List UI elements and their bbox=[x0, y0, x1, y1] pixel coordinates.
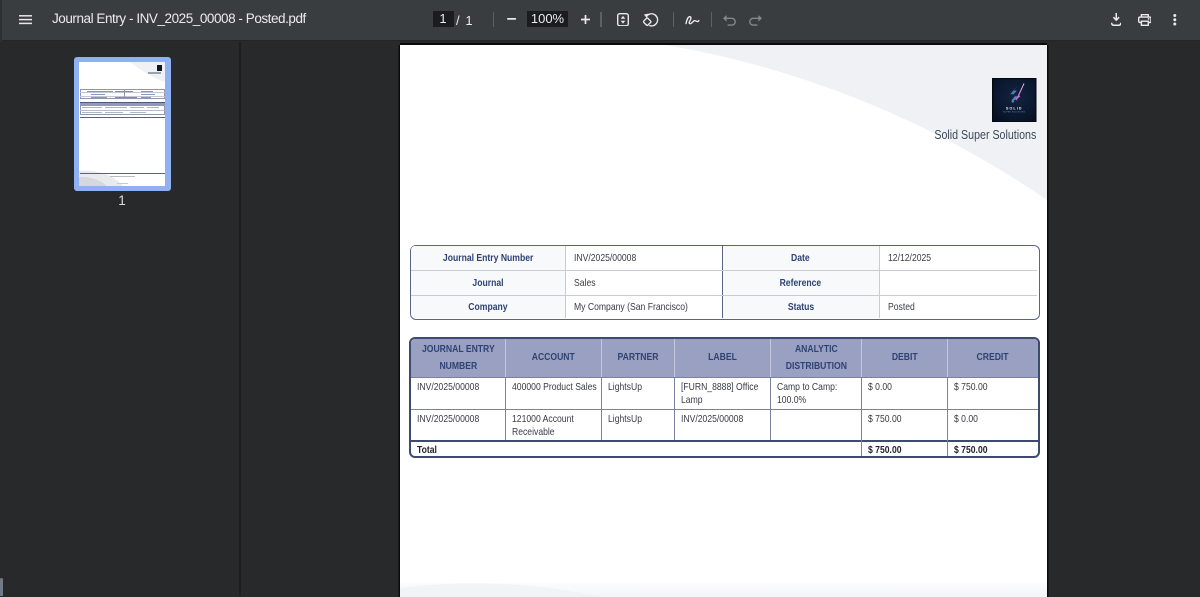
svg-text:SUPER SOLUTIONS: SUPER SOLUTIONS bbox=[1003, 112, 1026, 114]
svg-text:SOLID: SOLID bbox=[1006, 106, 1023, 110]
